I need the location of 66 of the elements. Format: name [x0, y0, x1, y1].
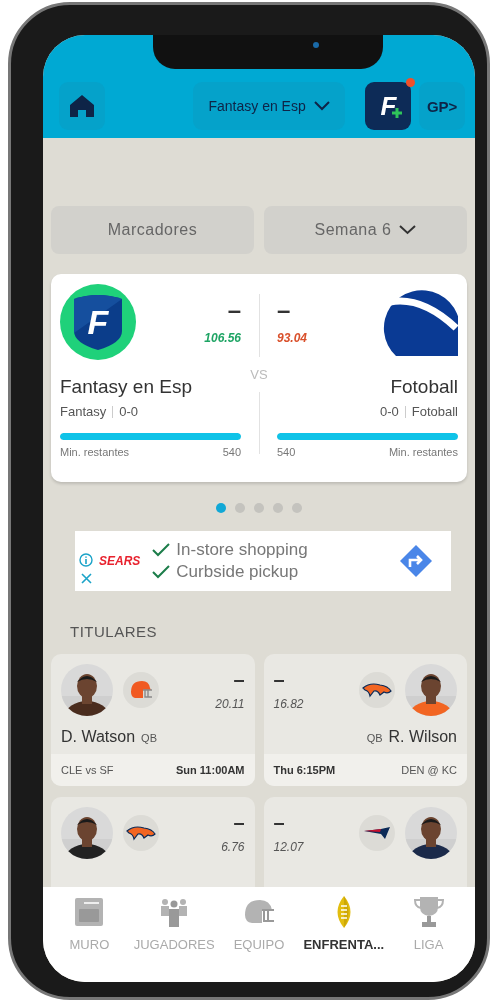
player-position: QB — [141, 732, 157, 744]
home-button[interactable] — [59, 82, 105, 130]
close-icon[interactable] — [80, 572, 92, 584]
ad-text: Curbside pickup — [176, 562, 299, 582]
team-name: Fotoball — [390, 376, 458, 398]
player-name: D. Watson — [61, 728, 136, 746]
filter-button[interactable]: Semana 6 — [264, 206, 467, 254]
kickoff-time: Thu 6:15PM — [273, 764, 336, 777]
player-card[interactable]: – 20.11 D. Watson QB CLE vs SF Sun 11:00AM — [51, 654, 255, 786]
owner-name: Fantasy — [60, 404, 107, 419]
projected-score: 93.04 — [277, 331, 308, 345]
page-dot[interactable] — [292, 503, 302, 513]
minutes-value: 540 — [222, 446, 241, 458]
team-record: 0-0 — [379, 404, 399, 419]
player-name: R. Wilson — [388, 728, 457, 746]
shield-icon — [72, 293, 124, 351]
filter-button[interactable]: Marcadores — [51, 206, 254, 254]
team-score: – — [227, 298, 241, 322]
player-score: – — [233, 812, 245, 832]
player-score: – — [273, 812, 285, 832]
projected-score: 16.82 — [273, 697, 304, 711]
tab[interactable]: ENFRENTA... — [301, 895, 387, 952]
check-icon — [152, 543, 171, 557]
player-score: – — [273, 669, 285, 689]
team-score: – — [277, 298, 291, 322]
projected-score: 6.76 — [221, 840, 245, 854]
gp-button[interactable]: GP> — [419, 82, 465, 130]
player-score: – — [233, 669, 245, 689]
chevron-down-icon — [313, 101, 330, 111]
page-dot[interactable] — [254, 503, 264, 513]
kickoff-time: Sun 11:00AM — [176, 764, 245, 777]
horse-icon — [126, 825, 156, 841]
matchup-card[interactable]: F – 106.56 Fantasy en Esp Fantasy 0-0 Min. restantes 540 VS – 93.04 Fotoball 0-0 Fotoball 540 Min. restantes — [51, 274, 467, 482]
projected-score: 20.11 — [215, 697, 245, 711]
projected-score: 12.07 — [273, 840, 304, 854]
ad-text: In-store shopping — [176, 540, 308, 560]
home-icon — [68, 94, 95, 118]
minutes-label: Min. restantes — [388, 446, 458, 458]
player-card[interactable]: – 16.82 QB R. Wilson Thu 6:15PM DEN @ KC — [263, 654, 467, 786]
directions-icon[interactable] — [399, 544, 433, 578]
logo-letter: F — [87, 302, 109, 342]
team-record: 0-0 — [119, 404, 139, 419]
ad-banner[interactable]: SEARS In-store shopping Curbside pickup — [75, 531, 451, 591]
versus-label: VS — [250, 366, 268, 382]
minutes-value: 540 — [277, 446, 296, 458]
player-card[interactable]: – 12.07 — [263, 797, 467, 887]
brand-logo: SEARS — [99, 554, 141, 568]
page-dot[interactable] — [216, 503, 226, 513]
section-title: TITULARES — [69, 623, 158, 640]
trophy-icon — [411, 895, 446, 929]
league-dropdown[interactable]: Fantasy en Esp — [192, 82, 346, 130]
info-icon[interactable] — [79, 552, 93, 567]
team-name: Fantasy en Esp — [60, 376, 194, 398]
projected-score: 106.56 — [204, 331, 241, 345]
player-card[interactable]: – 6.76 — [51, 797, 255, 887]
game-matchup: DEN @ KC — [401, 764, 457, 777]
camera-icon — [313, 42, 319, 48]
page-dot[interactable] — [235, 503, 245, 513]
horse-icon — [362, 682, 392, 698]
helmet-icon — [129, 680, 153, 700]
page-dot[interactable] — [273, 503, 283, 513]
game-matchup: CLE vs SF — [61, 764, 114, 777]
check-icon — [152, 565, 171, 579]
player-position: QB — [366, 732, 383, 744]
owner-name: Fotoball — [411, 404, 458, 419]
minutes-label: Min. restantes — [60, 446, 130, 458]
